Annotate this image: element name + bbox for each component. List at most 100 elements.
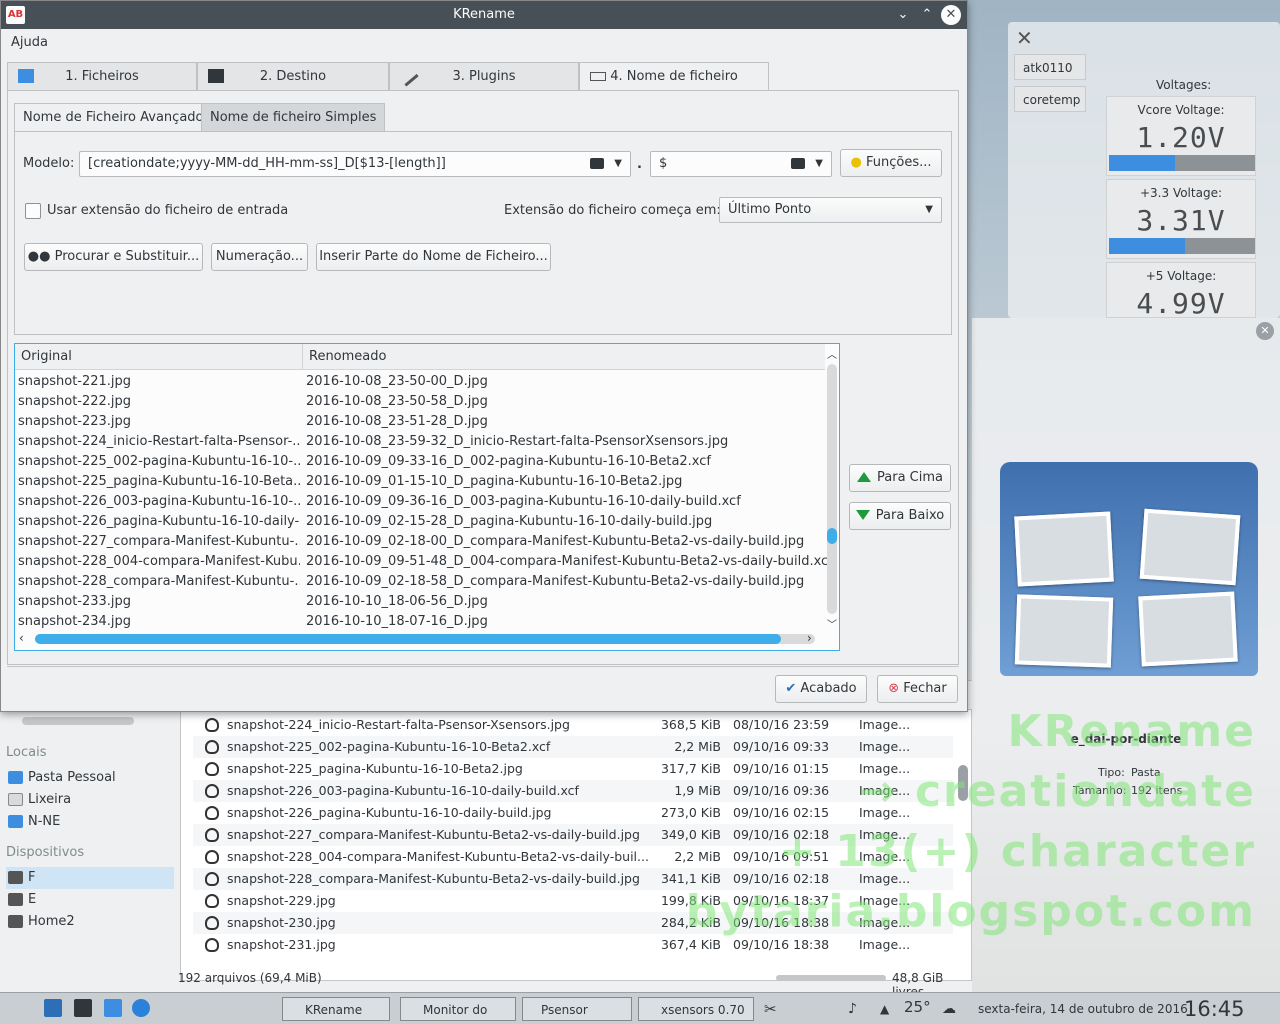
binoculars-icon: ●● bbox=[27, 249, 51, 264]
file-row[interactable]: snapshot-225_pagina-Kubuntu-16-10-Beta2.… bbox=[193, 758, 953, 780]
file-row[interactable]: snapshot-224_inicio-Restart-falta-Psenso… bbox=[193, 714, 953, 736]
preview-row[interactable]: snapshot-226_003-pagina-Kubuntu-16-10-..… bbox=[15, 492, 825, 512]
preview-list[interactable]: Original Renomeado snapshot-221.jpg 2016-… bbox=[14, 343, 840, 651]
find-replace-button[interactable]: ●● Procurar e Substituir... bbox=[24, 243, 203, 271]
preview-row[interactable]: snapshot-227_compara-Manifest-Kubuntu-..… bbox=[15, 532, 825, 552]
file-date: 09/10/16 09:33 bbox=[733, 739, 830, 754]
close-icon[interactable]: ✕ bbox=[941, 5, 961, 25]
subtab-simple[interactable]: Nome de ficheiro Simples bbox=[201, 103, 386, 131]
minimize-icon[interactable]: ⌄ bbox=[893, 5, 913, 25]
sidebar-item-nne[interactable]: N-NE bbox=[6, 811, 174, 833]
preview-hscroll[interactable] bbox=[35, 634, 815, 644]
scissors-icon[interactable]: ✂ bbox=[764, 999, 777, 1019]
move-down-button[interactable]: Para Baixo bbox=[849, 502, 951, 530]
original-name: snapshot-222.jpg bbox=[18, 394, 132, 409]
sidebar-hscroll[interactable] bbox=[22, 717, 134, 725]
extension-template-input[interactable]: $ ▼ bbox=[650, 151, 832, 177]
file-size: 2,2 MiB bbox=[674, 849, 721, 864]
preview-row[interactable]: snapshot-228_compara-Manifest-Kubuntu-..… bbox=[15, 572, 825, 592]
sidebar-item-home[interactable]: Pasta Pessoal bbox=[6, 767, 174, 789]
file-name: snapshot-229.jpg bbox=[227, 893, 336, 908]
task-xsensors[interactable]: xsensors 0.70 bbox=[638, 997, 754, 1021]
sidebar-item-label: Pasta Pessoal bbox=[28, 770, 116, 785]
file-row[interactable]: snapshot-231.jpg 367,4 KiB 09/10/16 18:38 I… bbox=[193, 934, 953, 956]
close-label: Fechar bbox=[903, 681, 947, 696]
preview-thumbnail bbox=[1014, 594, 1114, 668]
file-row[interactable]: snapshot-225_002-pagina-Kubuntu-16-10-Be… bbox=[193, 736, 953, 758]
chevron-up-icon[interactable]: ︿ bbox=[827, 346, 837, 361]
voltages-header: Voltages: bbox=[1156, 78, 1212, 92]
numbering-button[interactable]: Numeração... bbox=[211, 243, 308, 271]
menu-help[interactable]: Ajuda bbox=[11, 35, 48, 50]
volume-icon[interactable]: ♪ bbox=[848, 999, 857, 1019]
use-input-extension-checkbox[interactable] bbox=[25, 203, 41, 219]
file-name: snapshot-227_compara-Manifest-Kubuntu-Be… bbox=[227, 827, 640, 842]
sensor-tab-atk0110[interactable]: atk0110 bbox=[1014, 54, 1086, 80]
finish-button[interactable]: ✔ Acabado bbox=[775, 675, 867, 703]
sensors-logo: ✕ bbox=[1016, 26, 1033, 50]
panel-close-icon[interactable]: ✕ bbox=[1256, 322, 1274, 340]
folder-preview-icon bbox=[1000, 462, 1258, 676]
subtab-advanced[interactable]: Nome de Ficheiro Avançado bbox=[14, 103, 213, 132]
task-krename[interactable]: KRename bbox=[282, 997, 390, 1021]
preview-row[interactable]: snapshot-225_002-pagina-Kubuntu-16-10-..… bbox=[15, 452, 825, 472]
preview-row[interactable]: snapshot-233.jpg 2016-10-10_18-06-56_D.jp… bbox=[15, 592, 825, 612]
file-manager-icon[interactable] bbox=[104, 999, 122, 1017]
sensor-tab-coretemp[interactable]: coretemp bbox=[1014, 86, 1086, 112]
image-file-icon bbox=[205, 718, 219, 732]
sidebar-item-device-e[interactable]: E bbox=[6, 889, 174, 911]
clock-time[interactable]: 16:45 bbox=[1184, 995, 1245, 1023]
preview-row[interactable]: snapshot-228_004-compara-Manifest-Kubu..… bbox=[15, 552, 833, 572]
chevron-down-icon[interactable]: ▼ bbox=[815, 152, 823, 176]
preview-row[interactable]: snapshot-222.jpg 2016-10-08_23-50-58_D.jp… bbox=[15, 392, 825, 412]
maximize-icon[interactable]: ⌃ bbox=[917, 5, 937, 25]
task-label: Monitor do bbox=[423, 1003, 488, 1017]
file-row[interactable]: snapshot-226_003-pagina-Kubuntu-16-10-da… bbox=[193, 780, 953, 802]
tab-files[interactable]: 1. Ficheiros bbox=[7, 62, 197, 90]
sidebar-item-device-home2[interactable]: Home2 bbox=[6, 911, 174, 933]
weather-icon: ☁ bbox=[942, 1001, 956, 1017]
move-up-button[interactable]: Para Cima bbox=[849, 464, 951, 492]
sidebar-item-trash[interactable]: Lixeira bbox=[6, 789, 174, 811]
task-psensor[interactable]: Psensor bbox=[522, 997, 632, 1021]
insert-part-button[interactable]: Inserir Parte do Nome de Ficheiro... bbox=[316, 243, 551, 271]
preview-row[interactable]: snapshot-234.jpg 2016-10-10_18-07-16_D.jp… bbox=[15, 612, 825, 632]
chevron-down-icon[interactable]: ▼ bbox=[614, 152, 622, 176]
column-renamed[interactable]: Renomeado bbox=[303, 344, 825, 370]
original-name: snapshot-226_pagina-Kubuntu-16-10-daily-… bbox=[18, 514, 300, 529]
chevron-down-icon[interactable]: ﹀ bbox=[827, 616, 837, 631]
template-input[interactable]: [creationdate;yyyy-MM-dd_HH-mm-ss]_D[$13… bbox=[79, 151, 631, 177]
clear-icon[interactable] bbox=[590, 158, 604, 169]
preview-row[interactable]: snapshot-226_pagina-Kubuntu-16-10-daily-… bbox=[15, 512, 825, 532]
column-original[interactable]: Original bbox=[15, 344, 303, 370]
renamed-name: 2016-10-09_09-51-48_D_004-compara-Manife… bbox=[306, 554, 833, 569]
clear-icon[interactable] bbox=[791, 158, 805, 169]
chevron-left-icon[interactable]: ‹ bbox=[19, 631, 24, 645]
chevron-right-icon[interactable]: › bbox=[807, 631, 812, 645]
original-name: snapshot-233.jpg bbox=[18, 594, 132, 609]
tab-plugins[interactable]: 3. Plugins bbox=[389, 62, 579, 90]
preview-row[interactable]: snapshot-223.jpg 2016-10-08_23-51-28_D.jp… bbox=[15, 412, 825, 432]
renamed-name: 2016-10-09_02-18-58_D_compara-Manifest-K… bbox=[306, 574, 805, 589]
terminal-icon[interactable] bbox=[74, 999, 92, 1017]
preview-row[interactable]: snapshot-221.jpg 2016-10-08_23-50-00_D.jp… bbox=[15, 372, 825, 392]
tab-filename[interactable]: 4. Nome de ficheiro bbox=[579, 62, 769, 91]
preview-row[interactable]: snapshot-224_inicio-Restart-falta-Psenso… bbox=[15, 432, 825, 452]
close-button[interactable]: ⊗ Fechar bbox=[877, 675, 958, 703]
wrench-icon bbox=[397, 65, 419, 87]
original-name: snapshot-227_compara-Manifest-Kubuntu-..… bbox=[18, 534, 300, 549]
browser-icon[interactable] bbox=[132, 999, 150, 1017]
renamed-name: 2016-10-08_23-50-00_D.jpg bbox=[306, 374, 488, 389]
task-monitor[interactable]: Monitor do bbox=[400, 997, 516, 1021]
preview-row[interactable]: snapshot-225_pagina-Kubuntu-16-10-Beta..… bbox=[15, 472, 825, 492]
extension-start-select[interactable]: Último Ponto ▼ bbox=[719, 197, 942, 223]
preview-vscroll[interactable]: ︿ ﹀ bbox=[827, 348, 837, 632]
titlebar[interactable]: AB KRename ⌄ ⌃ ✕ bbox=[1, 1, 967, 29]
sidebar-item-device-f[interactable]: F bbox=[6, 867, 174, 889]
tab-destination[interactable]: 2. Destino bbox=[197, 62, 389, 90]
app-launcher-icon[interactable] bbox=[44, 999, 62, 1017]
folder-icon bbox=[18, 69, 34, 83]
functions-button[interactable]: ● Funções... bbox=[840, 149, 942, 177]
tray-expand-icon[interactable]: ▲ bbox=[880, 999, 889, 1019]
file-row[interactable]: snapshot-226_pagina-Kubuntu-16-10-daily-… bbox=[193, 802, 953, 824]
